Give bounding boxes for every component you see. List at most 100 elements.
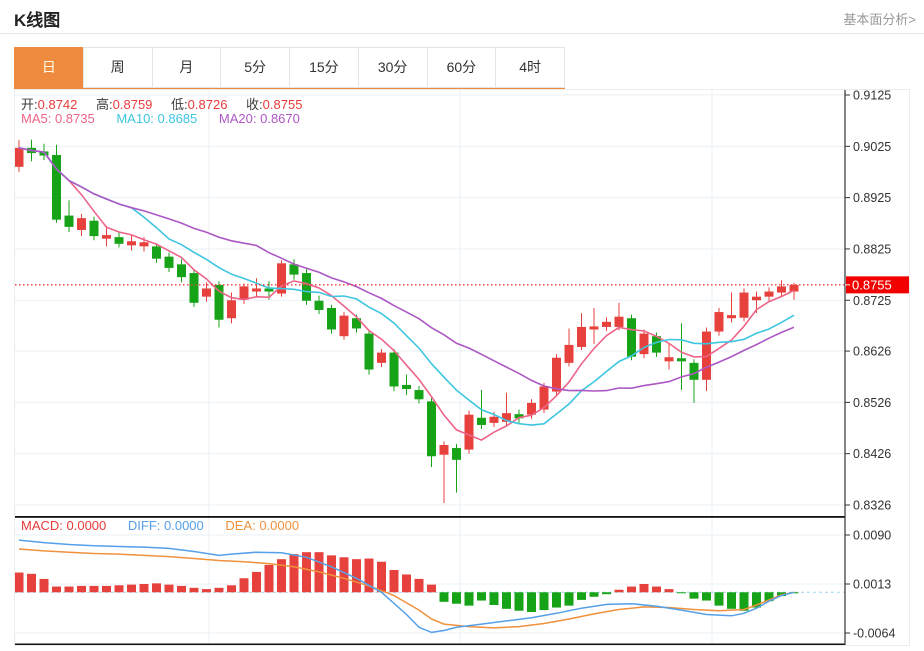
candle-body bbox=[639, 333, 649, 355]
candle-body bbox=[15, 147, 24, 167]
tab-30min[interactable]: 30分 bbox=[357, 47, 428, 88]
macd-bar bbox=[589, 592, 599, 597]
price-tick-label: 0.8426 bbox=[853, 447, 891, 461]
high-label: 高: bbox=[96, 97, 113, 112]
last-price-badge-label: 0.8755 bbox=[852, 277, 892, 292]
tab-week[interactable]: 周 bbox=[82, 47, 153, 88]
tab-15min[interactable]: 15分 bbox=[289, 47, 359, 88]
candle-body bbox=[239, 286, 249, 300]
price-tick-label: 0.8725 bbox=[853, 294, 891, 308]
macd-bar bbox=[477, 592, 486, 601]
open-value: 0.8742 bbox=[37, 97, 78, 112]
candle-body bbox=[314, 300, 324, 311]
ma10-value: MA10: 0.8685 bbox=[116, 111, 198, 126]
macd-bar bbox=[89, 585, 99, 593]
macd-bar bbox=[489, 592, 499, 605]
macd-bar bbox=[552, 592, 561, 608]
candle-body bbox=[114, 237, 124, 244]
candle-body bbox=[777, 286, 786, 293]
macd-bar bbox=[164, 584, 174, 593]
candle-body bbox=[764, 291, 774, 297]
candle-body bbox=[202, 288, 211, 297]
macd-bar bbox=[714, 592, 724, 606]
macd-bar bbox=[439, 592, 449, 602]
macd-bar bbox=[377, 561, 386, 593]
candle-body bbox=[127, 241, 136, 246]
candle-body bbox=[664, 357, 674, 362]
candle-body bbox=[489, 416, 499, 423]
high-value: 0.8759 bbox=[112, 97, 153, 112]
macd-tick-label: -0.0064 bbox=[853, 627, 895, 641]
macd-bar bbox=[52, 586, 61, 593]
macd-bar bbox=[202, 589, 211, 593]
price-tick-label: 0.8326 bbox=[853, 499, 891, 513]
macd-bar bbox=[127, 584, 136, 593]
ma-legend: MA5: 0.8735 MA10: 0.8685 MA20: 0.8670 bbox=[21, 111, 300, 126]
macd-bar bbox=[414, 578, 424, 593]
candle-body bbox=[339, 315, 349, 337]
macd-bar bbox=[614, 589, 624, 593]
candle-body bbox=[589, 326, 599, 330]
candle-body bbox=[614, 316, 624, 327]
tab-day[interactable]: 日 bbox=[14, 47, 84, 88]
macd-bar bbox=[77, 585, 86, 593]
macd-bar bbox=[464, 592, 474, 606]
header-divider bbox=[0, 33, 924, 34]
macd-bar bbox=[502, 592, 511, 609]
macd-tick-label: 0.0090 bbox=[853, 529, 891, 543]
candle-body bbox=[64, 215, 74, 227]
macd-bar bbox=[252, 571, 261, 593]
candle-body bbox=[102, 235, 111, 239]
tab-5min[interactable]: 5分 bbox=[220, 47, 290, 88]
macd-bar bbox=[652, 586, 661, 593]
macd-bar bbox=[389, 570, 399, 593]
price-tick-label: 0.9025 bbox=[853, 140, 891, 154]
candle-body bbox=[389, 352, 399, 387]
bottom-axis-line bbox=[15, 643, 845, 645]
macd-bar bbox=[227, 585, 236, 593]
tab-60min[interactable]: 60分 bbox=[426, 47, 497, 88]
candle-body bbox=[227, 300, 236, 319]
macd-bar bbox=[677, 592, 686, 594]
candle-body bbox=[177, 264, 186, 278]
candle-body bbox=[152, 246, 161, 259]
ma20-value: MA20: 0.8670 bbox=[218, 111, 300, 126]
candle-body bbox=[414, 390, 424, 400]
candle-body bbox=[714, 312, 724, 332]
macd-bar bbox=[114, 585, 124, 593]
macd-bar bbox=[639, 584, 649, 593]
dea-value: DEA: 0.0000 bbox=[225, 518, 300, 533]
candle-body bbox=[677, 358, 686, 362]
price-tick-label: 0.8925 bbox=[853, 191, 891, 205]
macd-bar bbox=[102, 585, 111, 593]
macd-bar bbox=[452, 592, 461, 604]
candle-body bbox=[564, 344, 574, 363]
macd-bar bbox=[427, 584, 436, 593]
tab-4hour[interactable]: 4时 bbox=[495, 47, 565, 88]
macd-bar bbox=[39, 578, 49, 593]
macd-value: MACD: 0.0000 bbox=[21, 518, 107, 533]
candle-body bbox=[739, 292, 749, 318]
macd-bar bbox=[177, 585, 186, 593]
candle-body bbox=[727, 315, 736, 319]
candle-body bbox=[539, 386, 549, 410]
candle-body bbox=[77, 218, 86, 230]
close-value: 0.8755 bbox=[262, 97, 303, 112]
price-tick-label: 0.9125 bbox=[853, 90, 891, 103]
candle-body bbox=[364, 333, 374, 370]
macd-bar bbox=[139, 584, 149, 593]
candle-body bbox=[464, 414, 474, 450]
close-label: 收: bbox=[246, 97, 263, 112]
ma5-line bbox=[18, 147, 795, 441]
price-tick-label: 0.8825 bbox=[853, 242, 891, 256]
macd-bar bbox=[289, 554, 299, 593]
tab-month[interactable]: 月 bbox=[151, 47, 222, 88]
fundamental-analysis-link[interactable]: 基本面分析> bbox=[843, 9, 916, 28]
candle-body bbox=[439, 444, 449, 455]
ma5-value: MA5: 0.8735 bbox=[21, 111, 95, 126]
candle-body bbox=[139, 242, 149, 247]
candle-body bbox=[252, 288, 261, 292]
open-label: 开: bbox=[21, 97, 38, 112]
kline-chart-canvas[interactable]: 0.9125 0.9025 0.8925 0.8825 0.8725 0.8626 0.85… bbox=[15, 90, 909, 645]
macd-bar bbox=[527, 592, 536, 612]
